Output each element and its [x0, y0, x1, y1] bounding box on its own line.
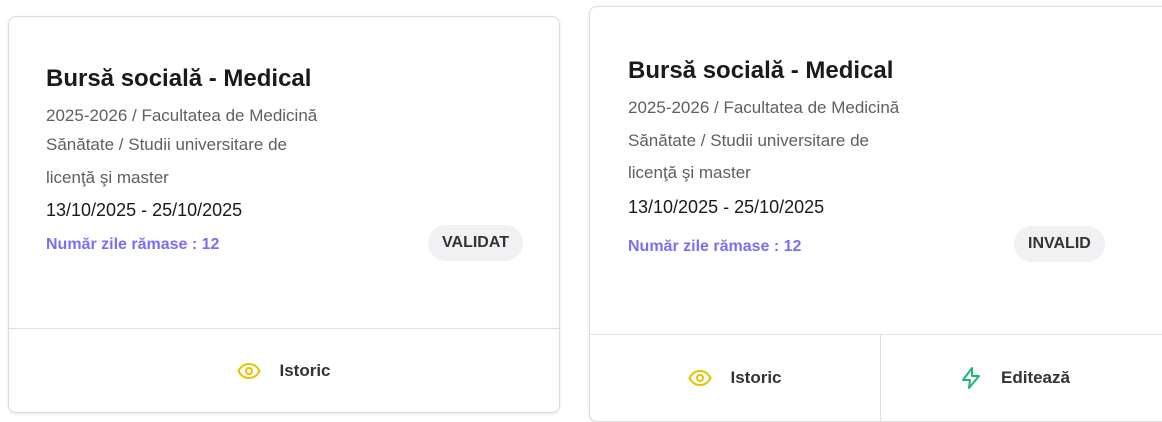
card-dates: 13/10/2025 - 25/10/2025: [46, 200, 243, 220]
edit-button-label: Editează: [1001, 368, 1070, 387]
card-details-line: Sănătate / Studii universitare de: [628, 131, 869, 150]
card-details-line: licenţă şi master: [628, 163, 751, 182]
eye-icon: [237, 359, 261, 383]
card-title: Bursă socială - Medical: [46, 65, 312, 92]
scholarship-card: Bursă socială - Medical 2025-2026 / Facu…: [8, 16, 560, 413]
card-details-line: 2025-2026 / Facultatea de Medicină: [628, 98, 900, 117]
edit-button[interactable]: Editează: [880, 335, 1162, 421]
days-remaining: Număr zile rămase : 12: [46, 236, 220, 253]
card-footer: Istoric Editează: [590, 334, 1162, 421]
card-details-line: 2025-2026 / Facultatea de Medicină: [46, 106, 318, 125]
lightning-icon: [959, 366, 983, 390]
card-title: Bursă socială - Medical: [628, 57, 894, 84]
history-button[interactable]: Istoric: [9, 329, 559, 412]
history-button-label: Istoric: [730, 368, 782, 387]
days-remaining: Număr zile rămase : 12: [628, 238, 802, 255]
status-badge: INVALID: [1014, 226, 1105, 262]
history-button-label: Istoric: [279, 360, 331, 380]
status-badge: VALIDAT: [428, 225, 523, 261]
card-details-line: Sănătate / Studii universitare de: [46, 135, 287, 154]
history-button[interactable]: Istoric: [590, 335, 880, 421]
scholarship-card: Bursă socială - Medical 2025-2026 / Facu…: [589, 6, 1162, 422]
card-details-line: licenţă şi master: [46, 168, 169, 187]
eye-icon: [688, 366, 712, 390]
card-dates: 13/10/2025 - 25/10/2025: [628, 197, 825, 217]
card-footer: Istoric: [9, 328, 559, 412]
